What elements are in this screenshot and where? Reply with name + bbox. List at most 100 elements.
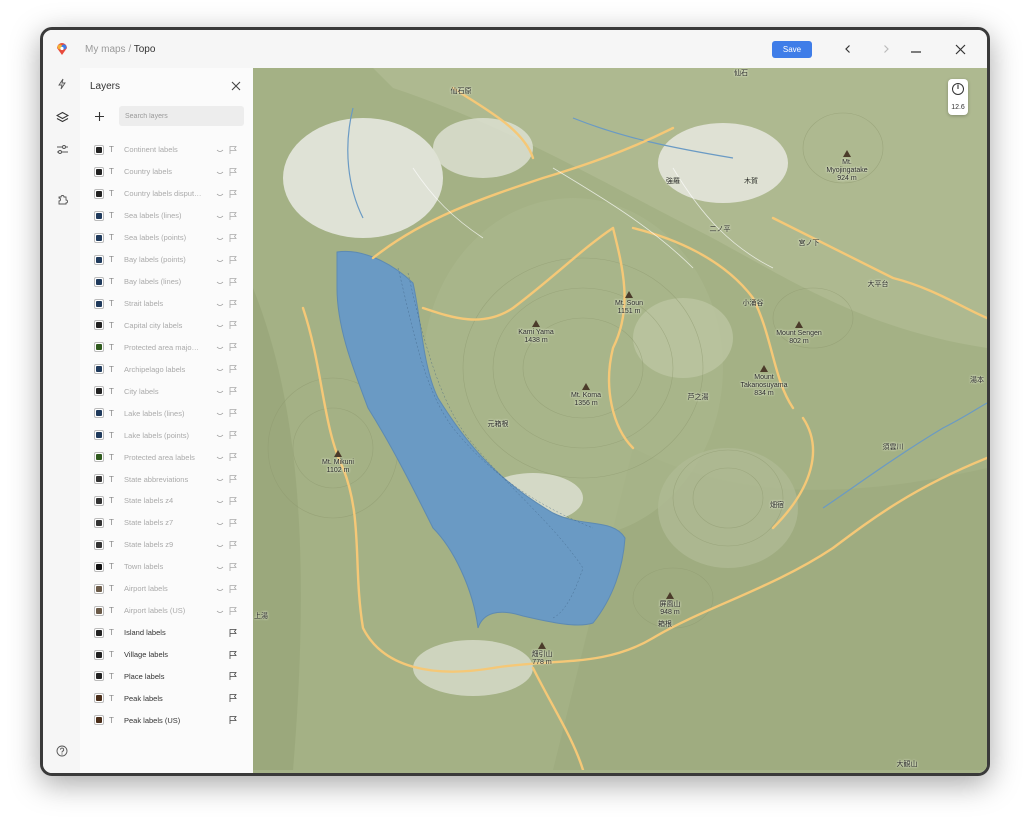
minimize-icon[interactable] bbox=[907, 40, 925, 58]
visibility-icon[interactable] bbox=[216, 541, 224, 549]
layer-row[interactable]: T Island labels bbox=[80, 622, 253, 644]
layer-row[interactable]: T State labels z7 bbox=[80, 512, 253, 534]
visibility-icon[interactable] bbox=[216, 519, 224, 527]
visibility-icon[interactable] bbox=[216, 365, 224, 373]
layer-color-swatch[interactable] bbox=[94, 210, 104, 221]
layer-color-swatch[interactable] bbox=[94, 539, 104, 550]
compass-icon[interactable] bbox=[951, 82, 965, 96]
layers-icon[interactable] bbox=[53, 108, 71, 126]
layer-color-swatch[interactable] bbox=[94, 144, 104, 155]
place-label[interactable]: 須雲川 bbox=[883, 444, 904, 452]
place-label[interactable]: 芦之湯 bbox=[688, 394, 709, 402]
peak-label[interactable]: Mount Sengen 802 m bbox=[776, 330, 822, 346]
layer-row[interactable]: T Place labels bbox=[80, 666, 253, 688]
layer-color-swatch[interactable] bbox=[94, 166, 104, 177]
place-label[interactable]: 畑宿 bbox=[770, 502, 784, 510]
layer-row[interactable]: T Continent labels bbox=[80, 139, 253, 161]
visibility-icon[interactable] bbox=[216, 234, 224, 242]
layer-row[interactable]: T Peak labels bbox=[80, 687, 253, 709]
visibility-icon[interactable] bbox=[216, 409, 224, 417]
layer-color-swatch[interactable] bbox=[94, 715, 104, 726]
peak-label[interactable]: 屏風山 948 m bbox=[660, 601, 681, 617]
place-label[interactable]: 宮ノ下 bbox=[799, 240, 820, 248]
layer-row[interactable]: T Strait labels bbox=[80, 293, 253, 315]
layer-color-swatch[interactable] bbox=[94, 561, 104, 572]
layer-color-swatch[interactable] bbox=[94, 693, 104, 704]
place-label[interactable]: 大平台 bbox=[868, 281, 889, 289]
visibility-icon[interactable] bbox=[216, 387, 224, 395]
layer-row[interactable]: T Airport labels bbox=[80, 578, 253, 600]
visibility-icon[interactable] bbox=[216, 607, 224, 615]
place-label[interactable]: 仙石 bbox=[734, 70, 748, 78]
layer-row[interactable]: T Archipelago labels bbox=[80, 358, 253, 380]
peak-label[interactable]: Mt. Mikuni 1102 m bbox=[322, 459, 354, 475]
layer-color-swatch[interactable] bbox=[94, 649, 104, 660]
place-label[interactable]: 木賀 bbox=[744, 178, 758, 186]
layer-color-swatch[interactable] bbox=[94, 232, 104, 243]
layer-row[interactable]: T Sea labels (points) bbox=[80, 227, 253, 249]
place-label[interactable]: 元箱根 bbox=[488, 421, 509, 429]
layer-row[interactable]: T State labels z4 bbox=[80, 490, 253, 512]
place-label[interactable]: 上湯 bbox=[254, 613, 268, 621]
layer-row[interactable]: T City labels bbox=[80, 380, 253, 402]
layer-color-swatch[interactable] bbox=[94, 408, 104, 419]
layer-row[interactable]: T State labels z9 bbox=[80, 534, 253, 556]
layer-row[interactable]: T Protected area labels bbox=[80, 446, 253, 468]
place-label[interactable]: 箱根 bbox=[658, 621, 672, 629]
layer-color-swatch[interactable] bbox=[94, 452, 104, 463]
layer-color-swatch[interactable] bbox=[94, 342, 104, 353]
visibility-icon[interactable] bbox=[216, 431, 224, 439]
layer-row[interactable]: T Sea labels (lines) bbox=[80, 205, 253, 227]
visibility-icon[interactable] bbox=[216, 278, 224, 286]
layer-color-swatch[interactable] bbox=[94, 495, 104, 506]
layer-row[interactable]: T State abbreviations bbox=[80, 468, 253, 490]
compass-widget[interactable]: 12.6 bbox=[948, 79, 968, 115]
peak-label[interactable]: Mt. Myojingatake 924 m bbox=[826, 159, 867, 183]
visibility-icon[interactable] bbox=[216, 212, 224, 220]
forward-icon[interactable] bbox=[877, 40, 895, 58]
close-icon[interactable] bbox=[951, 40, 969, 58]
place-label[interactable]: 仙石原 bbox=[451, 88, 472, 96]
layer-color-swatch[interactable] bbox=[94, 430, 104, 441]
search-layers-input[interactable] bbox=[119, 106, 244, 126]
layer-color-swatch[interactable] bbox=[94, 386, 104, 397]
layer-color-swatch[interactable] bbox=[94, 188, 104, 199]
visibility-icon[interactable] bbox=[216, 256, 224, 264]
visibility-icon[interactable] bbox=[216, 168, 224, 176]
layer-row[interactable]: T Village labels bbox=[80, 644, 253, 666]
place-label[interactable]: 湯本 bbox=[970, 377, 984, 385]
visibility-icon[interactable] bbox=[216, 146, 224, 154]
layer-color-swatch[interactable] bbox=[94, 517, 104, 528]
help-icon[interactable] bbox=[53, 742, 71, 760]
visibility-icon[interactable] bbox=[216, 321, 224, 329]
visibility-icon[interactable] bbox=[216, 585, 224, 593]
place-label[interactable]: 大観山 bbox=[897, 761, 918, 769]
back-icon[interactable] bbox=[839, 40, 857, 58]
layer-row[interactable]: T Bay labels (lines) bbox=[80, 271, 253, 293]
layer-row[interactable]: T Town labels bbox=[80, 556, 253, 578]
layer-row[interactable]: T Peak labels (US) bbox=[80, 709, 253, 731]
save-button[interactable]: Save bbox=[772, 41, 812, 58]
layer-row[interactable]: T Lake labels (points) bbox=[80, 424, 253, 446]
layer-color-swatch[interactable] bbox=[94, 671, 104, 682]
layer-color-swatch[interactable] bbox=[94, 605, 104, 616]
lightning-icon[interactable] bbox=[53, 75, 71, 93]
panel-close-icon[interactable] bbox=[230, 80, 242, 92]
visibility-icon[interactable] bbox=[216, 497, 224, 505]
visibility-icon[interactable] bbox=[216, 190, 224, 198]
visibility-icon[interactable] bbox=[216, 453, 224, 461]
layer-row[interactable]: T Lake labels (lines) bbox=[80, 402, 253, 424]
peak-label[interactable]: Kami Yama 1438 m bbox=[518, 329, 554, 345]
visibility-icon[interactable] bbox=[216, 475, 224, 483]
layer-row[interactable]: T Airport labels (US) bbox=[80, 600, 253, 622]
layer-color-swatch[interactable] bbox=[94, 320, 104, 331]
layer-row[interactable]: T Country labels disput… bbox=[80, 183, 253, 205]
layer-color-swatch[interactable] bbox=[94, 254, 104, 265]
peak-label[interactable]: Mt. Soun 1151 m bbox=[615, 300, 643, 316]
layer-row[interactable]: T Bay labels (points) bbox=[80, 249, 253, 271]
layer-color-swatch[interactable] bbox=[94, 627, 104, 638]
visibility-icon[interactable] bbox=[216, 343, 224, 351]
map-canvas[interactable]: Mt. Myojingatake 924 m Mt. Soun 1151 m Kami… bbox=[253, 68, 987, 773]
visibility-icon[interactable] bbox=[216, 300, 224, 308]
layer-color-swatch[interactable] bbox=[94, 276, 104, 287]
